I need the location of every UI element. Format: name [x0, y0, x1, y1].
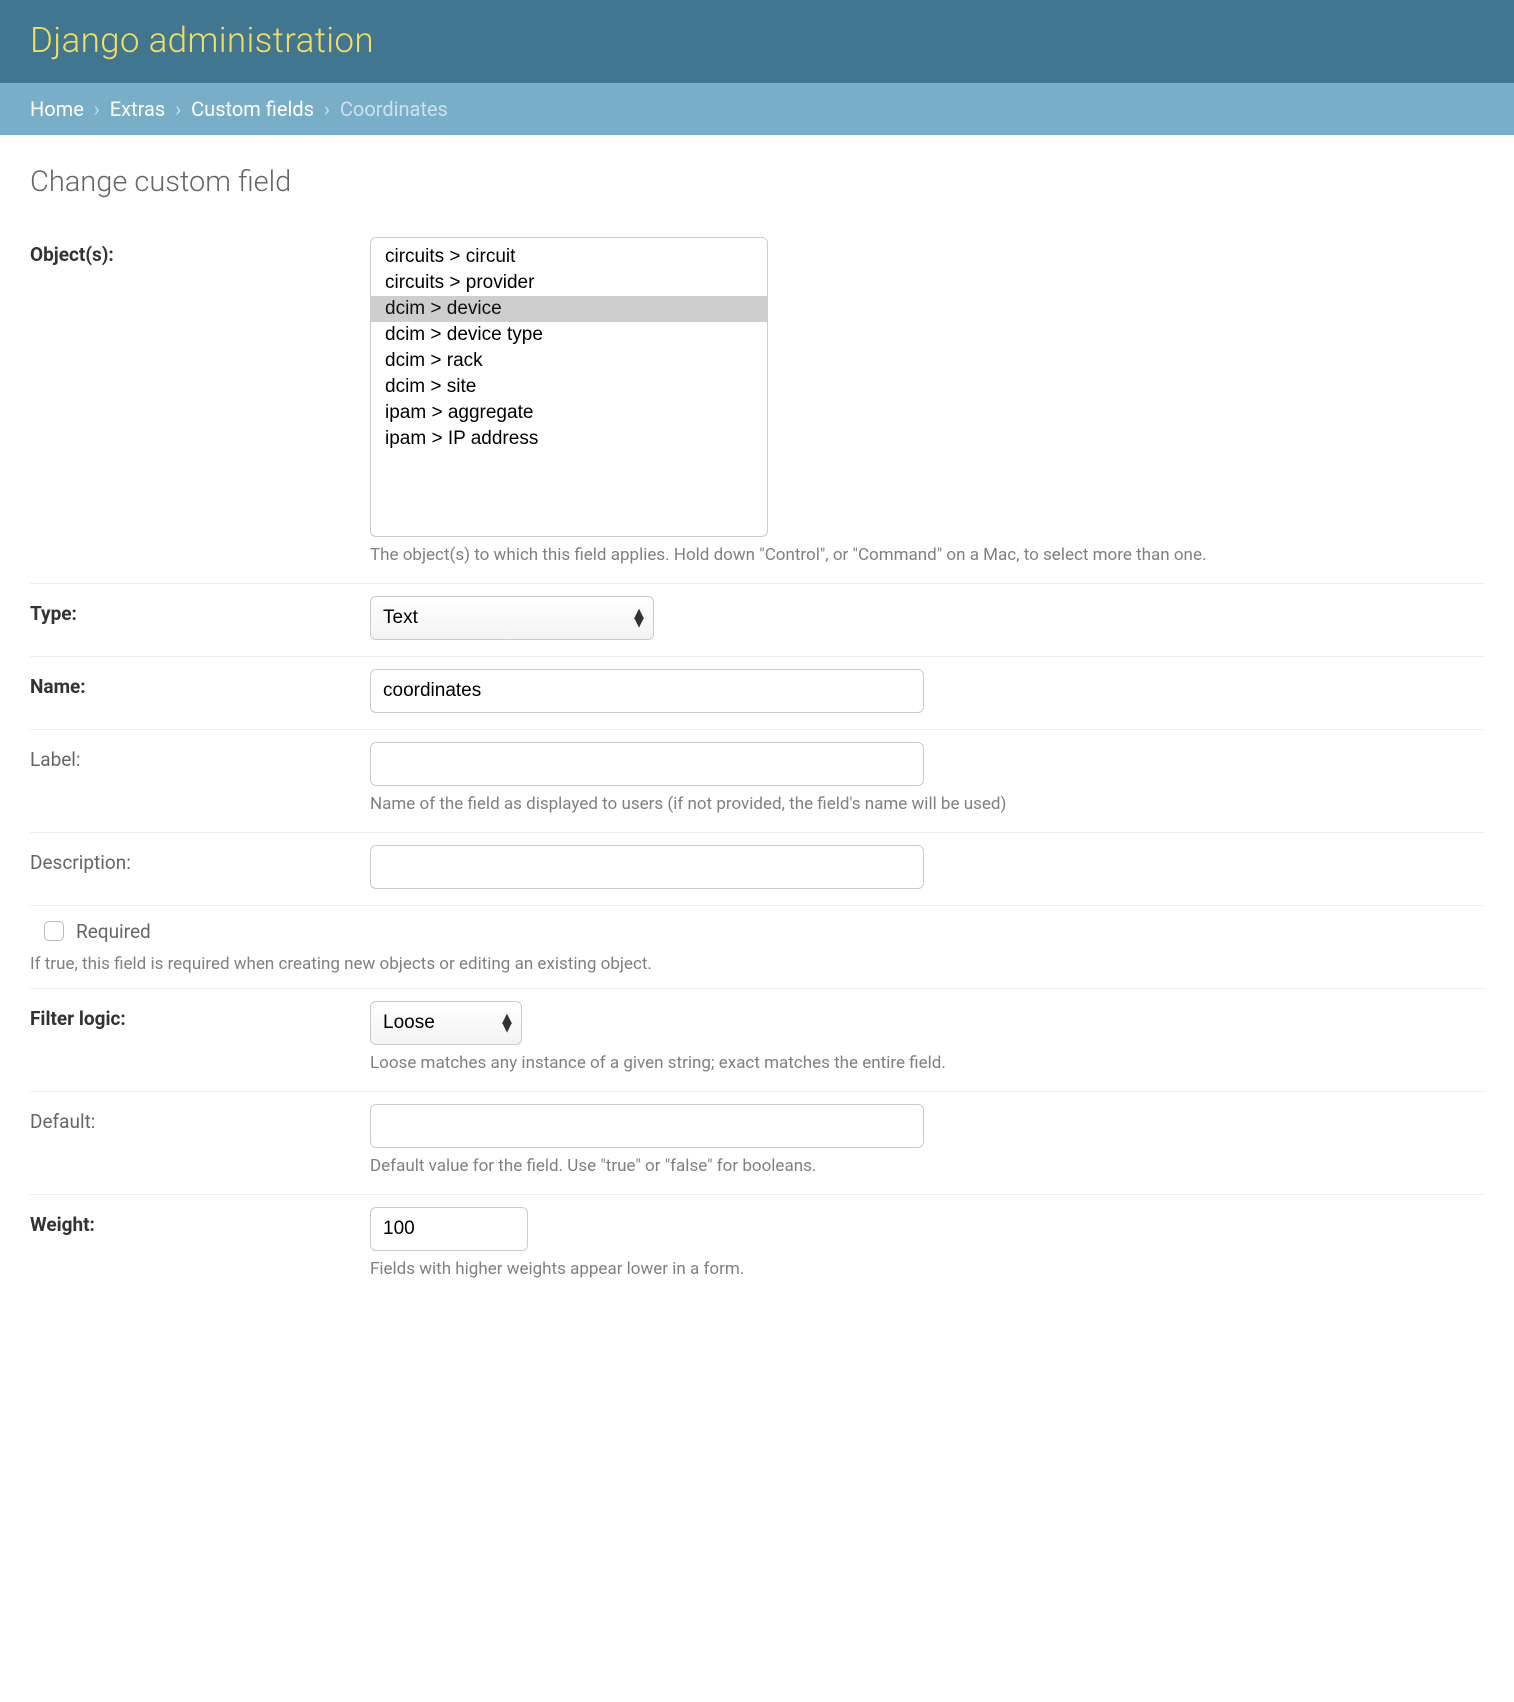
filter-logic-select[interactable]: Loose	[370, 1001, 522, 1045]
required-label[interactable]: Required	[76, 920, 151, 943]
breadcrumb-separator: ›	[324, 97, 330, 121]
breadcrumb-current: Coordinates	[340, 97, 448, 121]
page-title: Change custom field	[30, 165, 1484, 199]
breadcrumb-app[interactable]: Extras	[110, 97, 165, 121]
default-label: Default:	[30, 1104, 370, 1133]
form-row-default: Default: Default value for the field. Us…	[30, 1092, 1484, 1195]
label-help: Name of the field as displayed to users …	[370, 793, 1484, 816]
breadcrumb-home[interactable]: Home	[30, 97, 84, 121]
name-label: Name:	[30, 669, 370, 698]
breadcrumb: Home › Extras › Custom fields › Coordina…	[0, 83, 1514, 135]
type-label: Type:	[30, 596, 370, 625]
form-row-description: Description:	[30, 833, 1484, 906]
breadcrumb-model[interactable]: Custom fields	[191, 97, 314, 121]
objects-option[interactable]: circuits > provider	[371, 270, 767, 296]
breadcrumb-separator: ›	[175, 97, 181, 121]
label-label: Label:	[30, 742, 370, 771]
site-title: Django administration	[30, 20, 1484, 61]
label-input[interactable]	[370, 742, 924, 786]
breadcrumb-separator: ›	[94, 97, 100, 121]
objects-option[interactable]: dcim > device	[371, 296, 767, 322]
objects-select[interactable]: circuits > circuitcircuits > providerdci…	[370, 237, 768, 537]
default-input[interactable]	[370, 1104, 924, 1148]
form-row-type: Type: Text ▲▼	[30, 584, 1484, 657]
objects-option[interactable]: dcim > rack	[371, 348, 767, 374]
type-select[interactable]: Text	[370, 596, 654, 640]
form-module: Object(s): circuits > circuitcircuits > …	[30, 237, 1484, 1297]
filter-logic-help: Loose matches any instance of a given st…	[370, 1052, 1484, 1075]
weight-help: Fields with higher weights appear lower …	[370, 1258, 1484, 1281]
objects-option[interactable]: dcim > site	[371, 374, 767, 400]
description-input[interactable]	[370, 845, 924, 889]
objects-option[interactable]: ipam > aggregate	[371, 400, 767, 426]
form-row-required: Required If true, this field is required…	[30, 906, 1484, 989]
objects-option[interactable]: dcim > device type	[371, 322, 767, 348]
default-help: Default value for the field. Use "true" …	[370, 1155, 1484, 1178]
description-label: Description:	[30, 845, 370, 874]
objects-option[interactable]: ipam > IP address	[371, 426, 767, 452]
weight-label: Weight:	[30, 1207, 370, 1236]
required-help: If true, this field is required when cre…	[30, 953, 1484, 976]
form-row-filter-logic: Filter logic: Loose ▲▼ Loose matches any…	[30, 989, 1484, 1092]
content: Change custom field Object(s): circuits …	[0, 135, 1514, 1337]
name-input[interactable]	[370, 669, 924, 713]
form-row-label: Label: Name of the field as displayed to…	[30, 730, 1484, 833]
form-row-name: Name:	[30, 657, 1484, 730]
required-checkbox[interactable]	[44, 921, 64, 941]
objects-help: The object(s) to which this field applie…	[370, 544, 1484, 567]
form-row-objects: Object(s): circuits > circuitcircuits > …	[30, 237, 1484, 584]
form-row-weight: Weight: Fields with higher weights appea…	[30, 1195, 1484, 1297]
objects-label: Object(s):	[30, 237, 370, 266]
filter-logic-label: Filter logic:	[30, 1001, 370, 1030]
site-header: Django administration	[0, 0, 1514, 83]
weight-input[interactable]	[370, 1207, 528, 1251]
objects-option[interactable]: circuits > circuit	[371, 244, 767, 270]
